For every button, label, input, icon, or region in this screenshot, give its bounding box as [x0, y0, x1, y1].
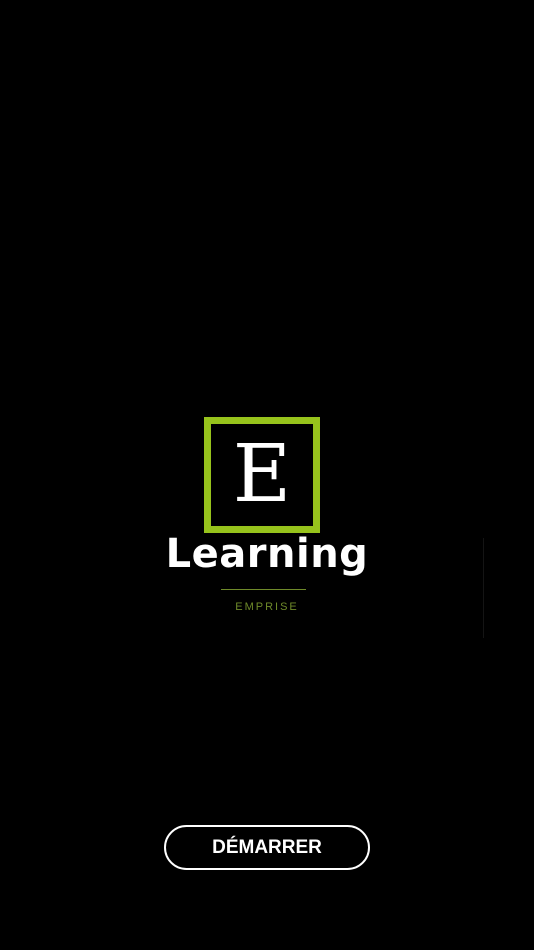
- logo-wordmark: Learning: [165, 531, 369, 577]
- logo-letter: E: [232, 427, 292, 520]
- edge-line: [483, 538, 484, 638]
- logo-subtitle: EMPRISE: [235, 601, 299, 613]
- start-button[interactable]: DÉMARRER: [164, 825, 370, 870]
- logo-frame: E: [204, 417, 320, 533]
- logo-divider: [221, 589, 306, 590]
- splash-screen: E Learning EMPRISE DÉMARRER: [0, 0, 534, 950]
